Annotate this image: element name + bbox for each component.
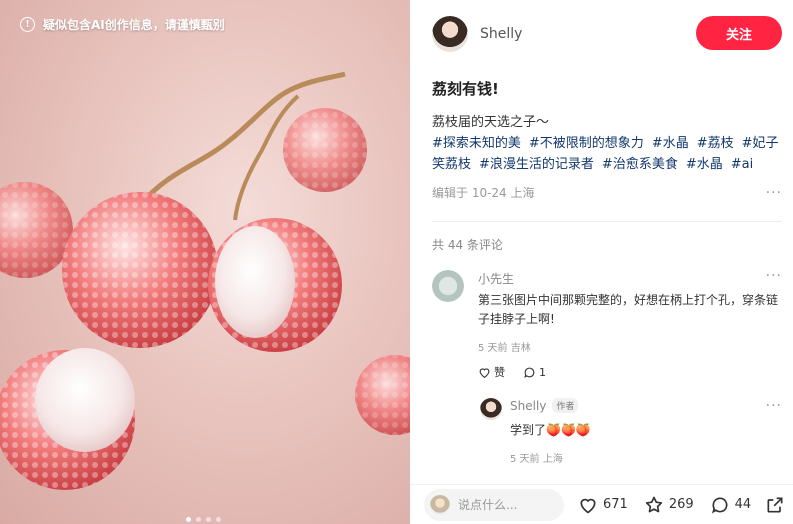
comment-like-button[interactable]: 赞: [478, 364, 505, 380]
comment-like-label: 赞: [494, 366, 505, 379]
comment-input[interactable]: 说点什么...: [424, 488, 564, 521]
reply-more-icon[interactable]: ···: [766, 398, 782, 414]
comment-total: 44: [734, 497, 752, 512]
note-detail-panel: Shelly 关注 荔刻有钱! 荔枝届的天选之子～ #探索未知的美 #不被限制的想…: [410, 0, 793, 524]
comment-actions: 赞 1: [478, 364, 778, 380]
comment-reply-button[interactable]: 1: [523, 366, 546, 379]
like-count: 671: [603, 497, 628, 512]
comment-icon: [711, 496, 728, 513]
note-title: 荔刻有钱!: [432, 80, 499, 98]
collect-button[interactable]: 269: [644, 495, 694, 515]
comment-item: 小先生 第三张图片中间那颗完整的，好想在柄上打个孔，穿条链子挂脖子上啊! 5 天…: [432, 268, 782, 380]
carousel-dot[interactable]: [186, 517, 191, 522]
tag-link[interactable]: #治愈系美食: [602, 157, 678, 172]
carousel-dot[interactable]: [216, 517, 221, 522]
carousel-dot[interactable]: [196, 517, 201, 522]
comment-meta: 5 天前 吉林: [478, 343, 531, 354]
tag-link[interactable]: #浪漫生活的记录者: [479, 157, 594, 172]
note-image-carousel[interactable]: ! 疑似包含AI创作信息，请谨慎甄别: [0, 0, 410, 524]
note-description: 荔枝届的天选之子～: [432, 115, 550, 130]
reply-author: Shelly 作者: [510, 398, 760, 413]
tag-link[interactable]: #荔枝: [697, 136, 734, 151]
engagement-bar: 说点什么... 671 269 44: [410, 484, 793, 524]
note-tags: #探索未知的美 #不被限制的想象力 #水晶 #荔枝 #妃子笑荔枝 #浪漫生活的记录者 #治愈…: [432, 133, 782, 175]
my-avatar: [430, 494, 450, 515]
follow-button[interactable]: 关注: [696, 16, 782, 50]
tag-link[interactable]: #探索未知的美: [432, 136, 521, 151]
like-button[interactable]: 671: [578, 495, 628, 515]
comment-reply-count: 1: [539, 365, 546, 379]
reply-item: Shelly 作者 学到了🍑🍑🍑 5 天前 上海 ···: [480, 398, 782, 465]
ai-notice-text: 疑似包含AI创作信息，请谨慎甄别: [43, 18, 225, 32]
heart-icon: [479, 367, 490, 378]
reply-meta: 5 天前 上海: [510, 454, 563, 465]
author-badge: 作者: [552, 398, 579, 413]
carousel-dot[interactable]: [206, 517, 211, 522]
tag-link[interactable]: #不被限制的想象力: [529, 136, 644, 151]
divider: [432, 221, 782, 222]
commenter-name[interactable]: 小先生: [478, 270, 778, 287]
note-meta-row: 编辑于 10-24 上海 ···: [432, 184, 782, 201]
tag-link[interactable]: #水晶: [652, 136, 689, 151]
commenter-avatar[interactable]: [432, 270, 464, 302]
reply-avatar[interactable]: [480, 398, 502, 420]
info-icon: !: [20, 17, 35, 32]
share-button[interactable]: [765, 495, 785, 515]
ai-content-notice: ! 疑似包含AI创作信息，请谨慎甄别: [20, 16, 225, 33]
carousel-indicator: [186, 517, 221, 522]
comment-text: 第三张图片中间那颗完整的，好想在柄上打个孔，穿条链子挂脖子上啊!: [478, 293, 779, 326]
chat-icon: [524, 367, 535, 378]
tag-link[interactable]: #水晶: [686, 157, 723, 172]
note-edit-info: 编辑于 10-24 上海: [432, 186, 535, 200]
note-scroll-area[interactable]: 荔刻有钱! 荔枝届的天选之子～ #探索未知的美 #不被限制的想象力 #水晶 #荔枝 #妃…: [432, 70, 782, 490]
heart-icon: [580, 498, 596, 514]
reply-text: 学到了🍑🍑🍑: [510, 423, 591, 437]
lychee-image: [0, 71, 410, 490]
author-bar: Shelly 关注: [432, 14, 782, 54]
share-icon: [767, 497, 783, 512]
author-avatar[interactable]: [432, 16, 468, 52]
tag-link[interactable]: #ai: [731, 157, 753, 172]
author-name[interactable]: Shelly: [480, 26, 522, 42]
collect-count: 269: [668, 497, 694, 512]
star-icon: [645, 496, 662, 512]
comment-input-placeholder: 说点什么...: [458, 498, 518, 512]
more-options-icon[interactable]: ···: [766, 185, 782, 201]
comment-count: 共 44 条评论: [432, 238, 503, 252]
comment-button[interactable]: 44: [710, 495, 752, 515]
comment-more-icon[interactable]: ···: [766, 268, 782, 284]
note-detail: ! 疑似包含AI创作信息，请谨慎甄别 Shelly 关注 荔刻有钱! 荔枝届的天…: [0, 0, 793, 524]
reply-author-name[interactable]: Shelly: [510, 399, 546, 413]
